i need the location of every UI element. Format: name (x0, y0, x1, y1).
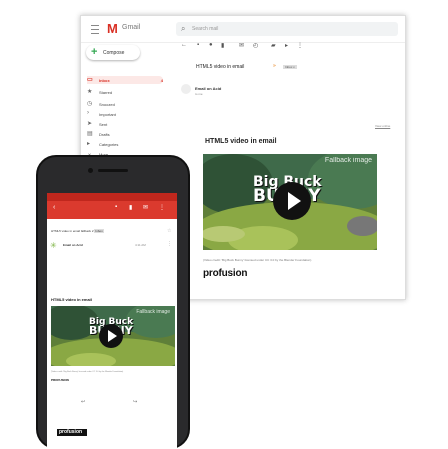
sidebar-item-drafts[interactable]: ▤ Drafts (87, 130, 163, 138)
sender-name: Email on Acid (195, 86, 222, 91)
sidebar-item-icon: › (87, 110, 89, 116)
profusion-footer-logo: profusion (57, 429, 87, 436)
phone-subject-text: HTML5 video in email fallback 2 (51, 229, 94, 233)
phone-video-credit: (Video credit: 'Big Buck Bunny' licensed… (51, 371, 124, 373)
delete-icon[interactable]: ▮ (221, 42, 224, 49)
more-vert-icon[interactable]: ⋮ (297, 42, 303, 49)
phone-inbox-tag[interactable]: Inbox (94, 229, 104, 233)
phone-email-title: HTML5 video in email (51, 297, 92, 302)
back-arrow-icon[interactable]: ← (181, 42, 187, 48)
video-player[interactable]: Fallback image Big Buck BUNNY (203, 154, 377, 250)
forward-icon[interactable]: ↪ (133, 399, 137, 405)
sidebar-item-categories[interactable]: ▸ Categories (87, 140, 163, 148)
sidebar-item-snoozed[interactable]: ◷ Snoozed (87, 100, 163, 108)
spam-icon[interactable]: ● (209, 42, 213, 48)
app-name: Gmail (122, 24, 141, 31)
email-subject: HTML5 video in email (196, 64, 245, 70)
phone-date: 4:11 AM (135, 243, 146, 247)
phone-fallback-label: Fallback image (136, 309, 170, 315)
reply-icon[interactable]: ↩ (81, 399, 85, 405)
phone-email-subject: HTML5 video in email fallback 2 Inbox (51, 229, 104, 233)
label-icon[interactable]: ▸ (285, 42, 288, 49)
phone-video-player[interactable]: Fallback image Big Buck BUNNY (51, 306, 175, 366)
search-input[interactable]: ⌕ Search mail (176, 22, 398, 36)
archive-icon[interactable]: ▪ (197, 42, 199, 48)
phone-screen: ‹ ▪ ▮ ✉ ⋮ HTML5 video in email fallback … (47, 193, 177, 449)
archive-icon[interactable]: ▪ (115, 204, 117, 210)
play-button[interactable] (273, 182, 311, 220)
sidebar-item-label: Inbox (99, 78, 110, 83)
gmail-logo[interactable]: M (107, 21, 118, 36)
sender-avatar-icon: ✳ (50, 241, 57, 250)
star-icon[interactable]: ☆ (167, 228, 171, 234)
mail-icon[interactable]: ✉ (143, 204, 148, 211)
phone-brand-text: PROFUSION (51, 378, 69, 382)
inbox-tag[interactable]: Inbox x (283, 65, 297, 69)
more-vert-icon[interactable]: ⋮ (167, 241, 172, 247)
mail-icon[interactable]: ✉ (239, 42, 244, 49)
sidebar-item-icon: ➤ (87, 121, 93, 127)
menu-icon[interactable] (91, 25, 99, 34)
sidebar-item-label: Snoozed (99, 102, 115, 107)
sidebar-item-label: Starred (99, 90, 113, 95)
sidebar-item-icon: ★ (87, 89, 93, 95)
sidebar-item-icon: ▤ (87, 131, 93, 137)
compose-button[interactable]: + Compose (86, 45, 140, 60)
recipient-line[interactable]: to me (195, 92, 203, 96)
snooze-icon[interactable]: ◴ (253, 42, 258, 49)
plus-icon: + (91, 46, 98, 58)
sidebar-item-label: Categories (99, 142, 119, 147)
sidebar-item-icon: ◷ (87, 101, 93, 107)
back-icon[interactable]: ‹ (53, 204, 55, 211)
iphone-device: ‹ ▪ ▮ ✉ ⋮ HTML5 video in email fallback … (36, 155, 190, 449)
sidebar-item-label: Important (99, 112, 116, 117)
sidebar-item-count: 4 (160, 78, 163, 83)
more-vert-icon[interactable]: ⋮ (159, 204, 165, 211)
sidebar-item-icon: ▭ (87, 77, 93, 83)
sidebar-item-icon: ▸ (87, 141, 91, 147)
video-credit: (Video credit: 'Big Buck Bunny' licensed… (203, 258, 312, 262)
gmail-top-bar: M Gmail ⌕ Search mail (81, 16, 405, 43)
sidebar-item-label: Sent (99, 122, 108, 127)
phone-toolbar: ‹ ▪ ▮ ✉ ⋮ (47, 201, 177, 219)
fallback-image-label: Fallback image (324, 157, 372, 164)
sidebar-item-inbox[interactable]: ▭ Inbox 4 (87, 76, 163, 84)
sidebar-item-important[interactable]: › Important (87, 110, 163, 118)
search-icon: ⌕ (181, 24, 186, 33)
sidebar-item-starred[interactable]: ★ Starred (87, 88, 163, 96)
sidebar-item-label: Drafts (99, 132, 110, 137)
search-placeholder: Search mail (192, 26, 219, 32)
front-camera (88, 168, 93, 173)
sender-avatar (181, 84, 191, 94)
status-bar (47, 193, 177, 201)
profusion-logo: profusion (203, 268, 248, 279)
speaker-grille (98, 169, 128, 172)
compose-label: Compose (103, 50, 125, 56)
move-icon[interactable]: ▰ (271, 42, 276, 49)
phone-sender-name: Email on Acid (63, 243, 83, 247)
sidebar-item-sent[interactable]: ➤ Sent (87, 120, 163, 128)
email-body-title: HTML5 video in email (205, 138, 277, 145)
important-icon[interactable]: » (273, 63, 276, 69)
delete-icon[interactable]: ▮ (129, 204, 132, 211)
view-online-link[interactable]: View online (375, 124, 390, 128)
phone-play-button[interactable] (99, 324, 123, 348)
